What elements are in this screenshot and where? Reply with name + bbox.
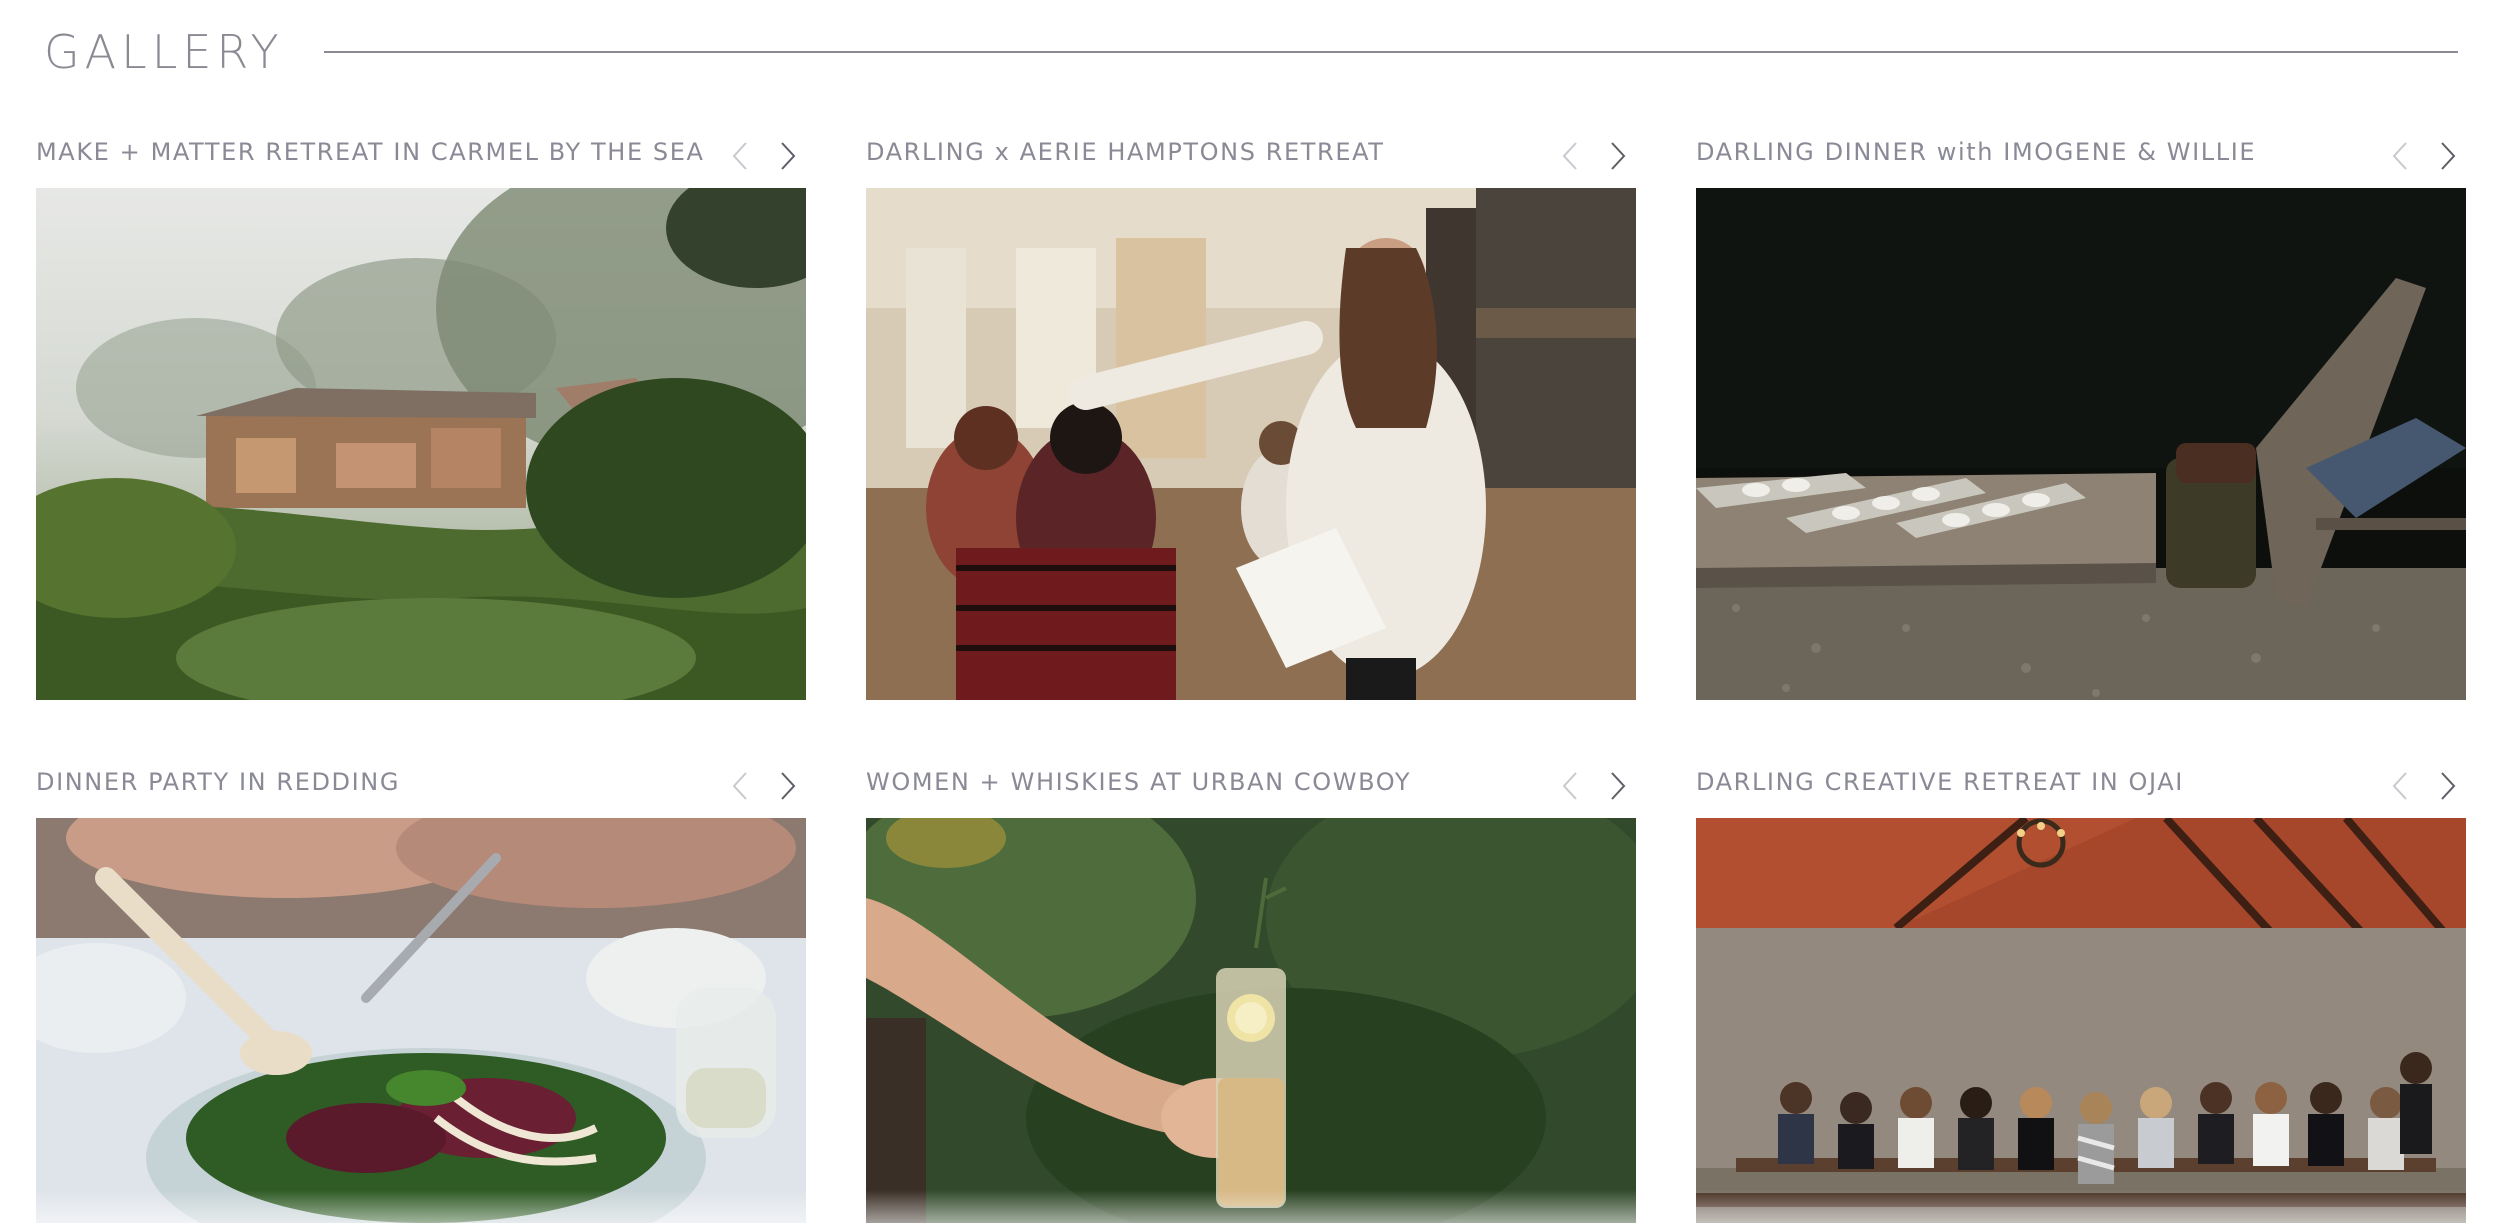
card-carousel-controls	[724, 770, 804, 802]
card-title: DARLING x AERIE HAMPTONS RETREAT	[866, 138, 1385, 166]
card-header: MAKE + MATTER RETREAT IN CARMEL BY THE S…	[36, 128, 806, 188]
card-header: DINNER PARTY IN REDDING	[36, 758, 806, 818]
card-carousel-controls	[2384, 770, 2464, 802]
card-photo-woman-presenting[interactable]	[866, 188, 1636, 700]
card-header: DARLING x AERIE HAMPTONS RETREAT	[866, 128, 1636, 188]
gallery-header: GALLERY	[44, 18, 2458, 86]
card-carousel-controls	[2384, 140, 2464, 172]
card-header: WOMEN + WHISKIES AT URBAN COWBOY	[866, 758, 1636, 818]
card-photo-oyster-platters[interactable]	[1696, 188, 2466, 700]
card-photo-lemon-cocktail[interactable]	[866, 818, 1636, 1223]
chevron-right-icon[interactable]	[772, 770, 804, 802]
card-carousel-controls	[724, 140, 804, 172]
chevron-left-icon[interactable]	[2384, 140, 2416, 172]
card-carousel-controls	[1554, 770, 1634, 802]
header-divider	[323, 51, 2458, 53]
gallery-card-hamptons: DARLING x AERIE HAMPTONS RETREAT	[866, 128, 1636, 700]
card-header: DARLING CREATIVE RETREAT IN OJAI	[1696, 758, 2466, 818]
chevron-left-icon[interactable]	[1554, 770, 1586, 802]
gallery-title: GALLERY	[44, 25, 284, 79]
card-photo-barn-dinner[interactable]	[1696, 818, 2466, 1223]
card-title: MAKE + MATTER RETREAT IN CARMEL BY THE S…	[36, 138, 705, 166]
gallery-card-urban-cowboy: WOMEN + WHISKIES AT URBAN COWBOY	[866, 758, 1636, 1223]
card-header: DARLING DINNER with IMOGENE & WILLIE	[1696, 128, 2466, 188]
chevron-left-icon[interactable]	[724, 140, 756, 172]
chevron-right-icon[interactable]	[1602, 140, 1634, 172]
chevron-left-icon[interactable]	[724, 770, 756, 802]
chevron-right-icon[interactable]	[2432, 140, 2464, 172]
gallery-page: GALLERY MAKE + MATTER RETREAT IN CARMEL …	[0, 0, 2500, 1223]
gallery-card-carmel: MAKE + MATTER RETREAT IN CARMEL BY THE S…	[36, 128, 806, 700]
chevron-right-icon[interactable]	[1602, 770, 1634, 802]
gallery-card-redding: DINNER PARTY IN REDDING	[36, 758, 806, 1223]
card-title: WOMEN + WHISKIES AT URBAN COWBOY	[866, 768, 1412, 796]
chevron-right-icon[interactable]	[2432, 770, 2464, 802]
gallery-card-ojai: DARLING CREATIVE RETREAT IN OJAI	[1696, 758, 2466, 1223]
chevron-left-icon[interactable]	[2384, 770, 2416, 802]
card-carousel-controls	[1554, 140, 1634, 172]
card-photo-beet-salad[interactable]	[36, 818, 806, 1223]
card-photo-foggy-cliffside-house[interactable]	[36, 188, 806, 700]
gallery-card-imogene-willie: DARLING DINNER with IMOGENE & WILLIE	[1696, 128, 2466, 700]
chevron-right-icon[interactable]	[772, 140, 804, 172]
card-title: DARLING CREATIVE RETREAT IN OJAI	[1696, 768, 2184, 796]
card-title: DINNER PARTY IN REDDING	[36, 768, 401, 796]
card-title: DARLING DINNER with IMOGENE & WILLIE	[1696, 138, 2257, 166]
chevron-left-icon[interactable]	[1554, 140, 1586, 172]
